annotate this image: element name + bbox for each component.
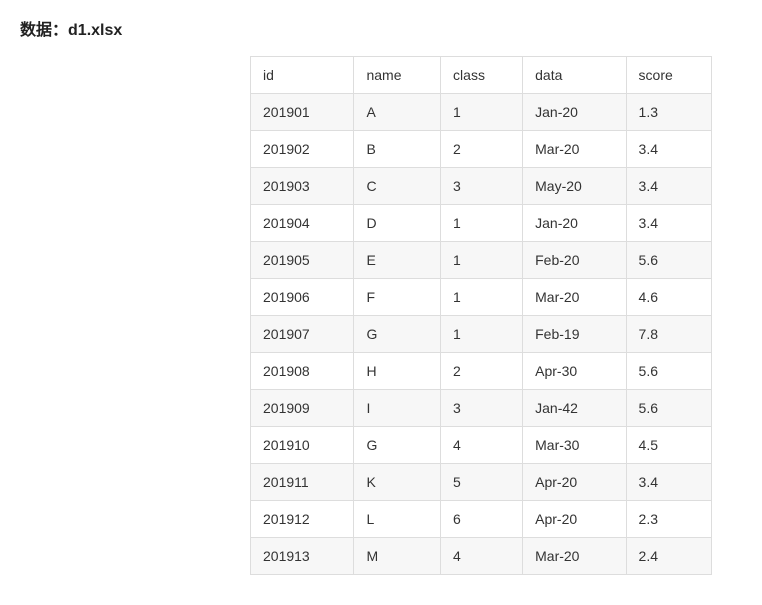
cell-name: M bbox=[354, 538, 441, 575]
data-table: id name class data score 201901 A 1 Jan-… bbox=[250, 56, 712, 575]
cell-data: Apr-20 bbox=[523, 501, 626, 538]
cell-id: 201910 bbox=[251, 427, 354, 464]
cell-class: 3 bbox=[441, 390, 523, 427]
cell-name: A bbox=[354, 94, 441, 131]
cell-name: F bbox=[354, 279, 441, 316]
table-row: 201911 K 5 Apr-20 3.4 bbox=[251, 464, 712, 501]
col-score: score bbox=[626, 57, 711, 94]
cell-score: 1.3 bbox=[626, 94, 711, 131]
cell-class: 1 bbox=[441, 94, 523, 131]
cell-data: Jan-42 bbox=[523, 390, 626, 427]
cell-id: 201912 bbox=[251, 501, 354, 538]
cell-class: 1 bbox=[441, 205, 523, 242]
cell-id: 201913 bbox=[251, 538, 354, 575]
header-row: id name class data score bbox=[251, 57, 712, 94]
cell-data: Mar-20 bbox=[523, 131, 626, 168]
cell-class: 2 bbox=[441, 353, 523, 390]
table-row: 201910 G 4 Mar-30 4.5 bbox=[251, 427, 712, 464]
cell-class: 2 bbox=[441, 131, 523, 168]
cell-id: 201903 bbox=[251, 168, 354, 205]
cell-id: 201904 bbox=[251, 205, 354, 242]
cell-data: Apr-30 bbox=[523, 353, 626, 390]
cell-data: Mar-30 bbox=[523, 427, 626, 464]
cell-data: Mar-20 bbox=[523, 538, 626, 575]
cell-data: Feb-19 bbox=[523, 316, 626, 353]
cell-score: 4.5 bbox=[626, 427, 711, 464]
table-row: 201902 B 2 Mar-20 3.4 bbox=[251, 131, 712, 168]
cell-class: 6 bbox=[441, 501, 523, 538]
cell-data: Jan-20 bbox=[523, 94, 626, 131]
col-class: class bbox=[441, 57, 523, 94]
cell-name: I bbox=[354, 390, 441, 427]
table-body: 201901 A 1 Jan-20 1.3 201902 B 2 Mar-20 … bbox=[251, 94, 712, 575]
col-name: name bbox=[354, 57, 441, 94]
cell-id: 201909 bbox=[251, 390, 354, 427]
cell-name: D bbox=[354, 205, 441, 242]
cell-id: 201911 bbox=[251, 464, 354, 501]
table-row: 201906 F 1 Mar-20 4.6 bbox=[251, 279, 712, 316]
cell-id: 201908 bbox=[251, 353, 354, 390]
cell-data: May-20 bbox=[523, 168, 626, 205]
cell-name: H bbox=[354, 353, 441, 390]
cell-name: G bbox=[354, 427, 441, 464]
cell-data: Apr-20 bbox=[523, 464, 626, 501]
table-row: 201908 H 2 Apr-30 5.6 bbox=[251, 353, 712, 390]
cell-score: 3.4 bbox=[626, 205, 711, 242]
table-row: 201904 D 1 Jan-20 3.4 bbox=[251, 205, 712, 242]
page-title: 数据：d1.xlsx bbox=[20, 16, 742, 40]
cell-id: 201907 bbox=[251, 316, 354, 353]
cell-id: 201901 bbox=[251, 94, 354, 131]
cell-class: 1 bbox=[441, 316, 523, 353]
cell-id: 201906 bbox=[251, 279, 354, 316]
cell-score: 2.4 bbox=[626, 538, 711, 575]
table-head: id name class data score bbox=[251, 57, 712, 94]
table-row: 201905 E 1 Feb-20 5.6 bbox=[251, 242, 712, 279]
table-row: 201901 A 1 Jan-20 1.3 bbox=[251, 94, 712, 131]
cell-class: 4 bbox=[441, 538, 523, 575]
table-row: 201903 C 3 May-20 3.4 bbox=[251, 168, 712, 205]
title-file: d1.xlsx bbox=[68, 22, 122, 39]
cell-name: C bbox=[354, 168, 441, 205]
cell-score: 3.4 bbox=[626, 131, 711, 168]
cell-id: 201902 bbox=[251, 131, 354, 168]
cell-data: Mar-20 bbox=[523, 279, 626, 316]
cell-score: 3.4 bbox=[626, 464, 711, 501]
cell-score: 5.6 bbox=[626, 390, 711, 427]
cell-class: 4 bbox=[441, 427, 523, 464]
cell-score: 2.3 bbox=[626, 501, 711, 538]
cell-class: 1 bbox=[441, 242, 523, 279]
title-prefix: 数据： bbox=[20, 22, 68, 39]
cell-name: G bbox=[354, 316, 441, 353]
cell-class: 5 bbox=[441, 464, 523, 501]
cell-name: B bbox=[354, 131, 441, 168]
cell-score: 5.6 bbox=[626, 242, 711, 279]
cell-score: 3.4 bbox=[626, 168, 711, 205]
cell-score: 4.6 bbox=[626, 279, 711, 316]
col-id: id bbox=[251, 57, 354, 94]
cell-class: 1 bbox=[441, 279, 523, 316]
cell-name: E bbox=[354, 242, 441, 279]
table-wrapper: id name class data score 201901 A 1 Jan-… bbox=[250, 56, 712, 575]
cell-data: Jan-20 bbox=[523, 205, 626, 242]
cell-id: 201905 bbox=[251, 242, 354, 279]
table-row: 201912 L 6 Apr-20 2.3 bbox=[251, 501, 712, 538]
cell-data: Feb-20 bbox=[523, 242, 626, 279]
cell-score: 7.8 bbox=[626, 316, 711, 353]
cell-name: L bbox=[354, 501, 441, 538]
cell-name: K bbox=[354, 464, 441, 501]
table-row: 201907 G 1 Feb-19 7.8 bbox=[251, 316, 712, 353]
table-row: 201913 M 4 Mar-20 2.4 bbox=[251, 538, 712, 575]
cell-score: 5.6 bbox=[626, 353, 711, 390]
table-row: 201909 I 3 Jan-42 5.6 bbox=[251, 390, 712, 427]
col-data: data bbox=[523, 57, 626, 94]
cell-class: 3 bbox=[441, 168, 523, 205]
